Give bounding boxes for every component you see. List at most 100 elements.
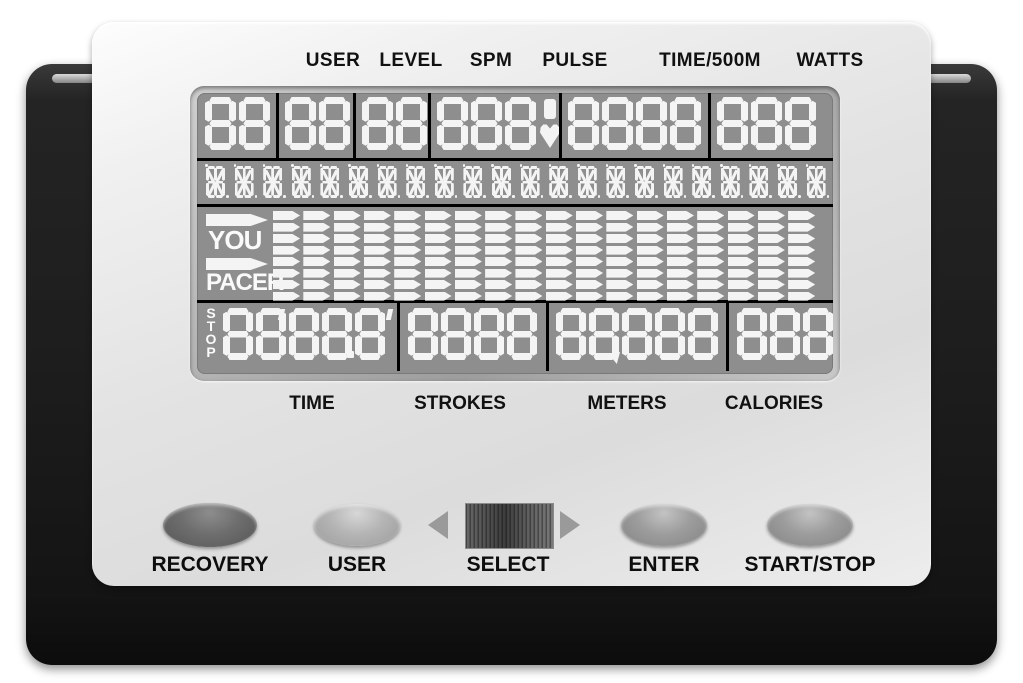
digit-level [319, 97, 350, 150]
digit-meters [688, 308, 718, 360]
digit-level [285, 97, 316, 150]
button-enter[interactable] [621, 504, 707, 546]
digit-time [223, 308, 253, 360]
track-segment [576, 268, 604, 278]
track-segment [303, 257, 331, 267]
alphanumeric-char [377, 164, 401, 198]
track-segment [515, 291, 543, 301]
column-divider [353, 93, 356, 158]
track-segment [545, 222, 573, 232]
button-start_stop[interactable] [767, 504, 853, 546]
select-roller[interactable] [465, 503, 554, 549]
track-segment [273, 280, 301, 290]
track-segment [333, 280, 361, 290]
lcd-screen: YOU PACER STOP [197, 93, 833, 374]
track-segment [576, 211, 604, 221]
track-segment [576, 280, 604, 290]
track-segment [576, 234, 604, 244]
button-user[interactable] [314, 504, 400, 546]
track-segment [545, 291, 573, 301]
triangle-right-icon[interactable] [560, 511, 580, 539]
track-segment [303, 268, 331, 278]
track-segment [454, 291, 482, 301]
track-segment [363, 291, 391, 301]
track-segment [666, 280, 694, 290]
track-segment [697, 280, 725, 290]
track-segment [515, 257, 543, 267]
track-segment [636, 280, 664, 290]
track-segment [363, 280, 391, 290]
digit-pulse [471, 97, 502, 150]
track-segment [394, 280, 422, 290]
track-segment [454, 245, 482, 255]
alphanumeric-char [348, 164, 372, 198]
track-segment [424, 234, 452, 244]
track-segment [273, 291, 301, 301]
track-segment [606, 257, 634, 267]
track-segment [515, 211, 543, 221]
track-segment [606, 291, 634, 301]
track-segment [727, 211, 755, 221]
track-segment [757, 257, 785, 267]
track-segment [606, 222, 634, 232]
track-segment [636, 234, 664, 244]
track-segment [273, 257, 301, 267]
track-segment [697, 268, 725, 278]
column-divider [546, 303, 549, 371]
control-button-row: RECOVERY USER ENTER START/STOP SELECT [92, 497, 931, 587]
track-segment [757, 222, 785, 232]
heart-bar-icon [544, 99, 556, 119]
triangle-left-icon[interactable] [428, 511, 448, 539]
track-segment [636, 291, 664, 301]
digit-strokes [507, 308, 537, 360]
track-segment [606, 268, 634, 278]
track-segment [697, 291, 725, 301]
track-segment [394, 291, 422, 301]
digit-user [239, 97, 270, 150]
digit-pulse [437, 97, 468, 150]
track-segment [666, 234, 694, 244]
track-segment [424, 245, 452, 255]
digit-calories [803, 308, 833, 360]
track-segment [273, 245, 301, 255]
digit-meters [556, 308, 586, 360]
track-segment [273, 234, 301, 244]
track-segment [333, 222, 361, 232]
track-segment [273, 211, 301, 221]
track-segment [697, 222, 725, 232]
column-divider [559, 93, 562, 158]
track-segment [454, 280, 482, 290]
track-segment [424, 211, 452, 221]
track-segment [576, 291, 604, 301]
track-segment [303, 245, 331, 255]
track-segment [666, 291, 694, 301]
track-segment [788, 245, 816, 255]
track-segment [666, 222, 694, 232]
colon-dot [280, 341, 286, 348]
console-screenshot: USER LEVEL SPM PULSE TIME/500M WATTS YOU PACER… [0, 0, 1023, 683]
digit-spm [362, 97, 393, 150]
track-segment [273, 222, 301, 232]
button-recovery[interactable] [163, 503, 257, 547]
lcd-bezel: YOU PACER STOP [190, 86, 840, 381]
digit-time_500m [568, 97, 599, 150]
track-segment [606, 234, 634, 244]
track-segment [545, 211, 573, 221]
track-segment [485, 291, 513, 301]
track-segment [636, 268, 664, 278]
top-label-strip: USER LEVEL SPM PULSE TIME/500M WATTS [92, 50, 931, 80]
track-segment [273, 268, 301, 278]
track-segment [545, 245, 573, 255]
track-segment [363, 268, 391, 278]
track-segment [727, 222, 755, 232]
track-segment [485, 257, 513, 267]
track-segment [515, 222, 543, 232]
track-segment [727, 268, 755, 278]
track-segment [394, 268, 422, 278]
digit-time_500m [602, 97, 633, 150]
track-segment [576, 245, 604, 255]
track-segment [727, 257, 755, 267]
alphanumeric-char [319, 164, 343, 198]
digit-pulse [505, 97, 536, 150]
track-segment [333, 211, 361, 221]
